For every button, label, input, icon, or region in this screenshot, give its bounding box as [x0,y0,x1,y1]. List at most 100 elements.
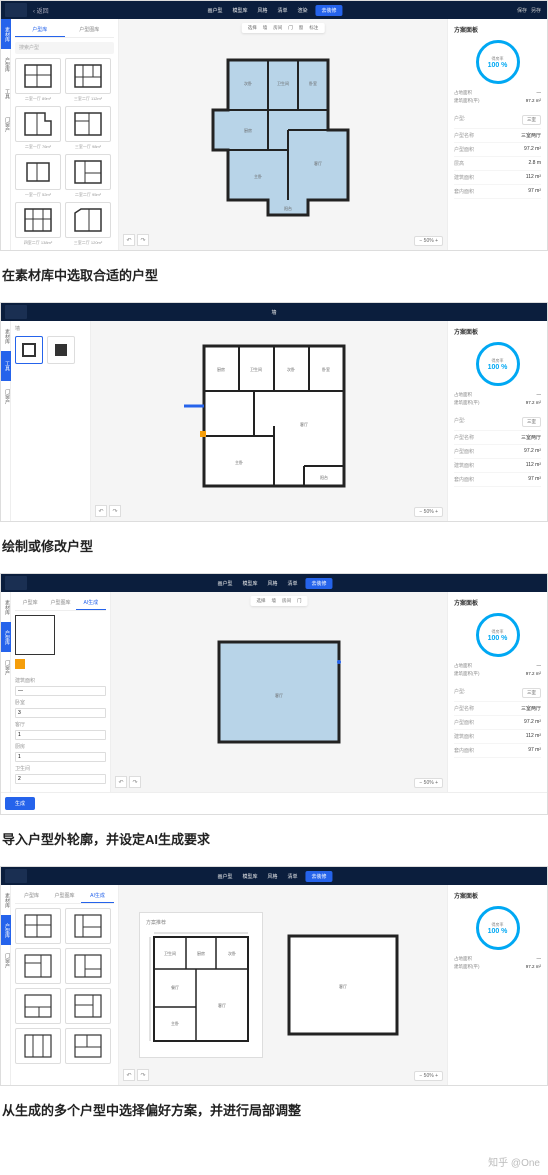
generate-button[interactable]: 生成 [5,797,35,810]
vtab-floorplan[interactable]: 户型库 [1,49,11,79]
svg-text:厨房: 厨房 [217,366,225,372]
tab-library[interactable]: 户型库 [15,23,65,37]
arc-wall-tool[interactable] [47,336,75,364]
type-select[interactable]: 三室 [522,417,541,427]
sidebar-ai-config: 户型库 户型图库 AI生成 建筑面积 卧室 客厅 厨房 卫生间 [11,592,111,792]
ai-result-thumb[interactable] [65,988,111,1024]
topbar: 画户型 模型库 风格 清单 去装修 [1,574,547,592]
vtab-library[interactable]: 素材库 [1,592,11,622]
tab-library[interactable]: 户型库 [15,596,45,610]
back-button[interactable] [5,3,27,17]
redo-icon[interactable]: ↷ [129,776,141,788]
tab-ai[interactable]: AI生成 [76,596,106,610]
ai-result-thumb[interactable] [65,908,111,944]
svg-text:厨房: 厨房 [197,950,205,956]
floorplan-thumb[interactable]: 四室二厅 138m² [15,202,61,246]
saveas-button[interactable]: 另存 [531,7,541,14]
topbar-tool[interactable]: 画户型 [205,6,224,15]
vtab-doorwin[interactable]: 门窗户 [1,945,11,975]
ai-result-thumb[interactable] [15,988,61,1024]
vtab-library[interactable]: 素材库 [1,19,11,49]
sidebar-tabs: 户型库 户型图库 [15,23,114,38]
topbar-tool[interactable]: 风格 [255,6,269,15]
ai-result-thumb[interactable] [15,1028,61,1064]
search-input[interactable]: 搜索户型 [15,42,114,54]
straight-wall-tool[interactable] [15,336,43,364]
prop-row: 层高2.8 m [454,157,541,171]
zoom-control[interactable]: − 50% + [414,778,443,788]
area-input[interactable] [15,686,106,696]
go-decorate-button[interactable]: 去装修 [316,5,343,16]
vtab-doorwin[interactable]: 门窗户 [1,381,11,411]
vtab-doorwin[interactable]: 门窗户 [1,109,11,139]
ai-result-thumb[interactable] [15,908,61,944]
tool-select[interactable]: 选择 [248,25,257,31]
vtab-tools[interactable]: 工具 [1,79,11,109]
redo-icon[interactable]: ↷ [109,505,121,517]
vertical-tabstrip: 素材库 户型库 门窗户 [1,885,11,1085]
vtab-floorplan[interactable]: 户型库 [1,915,11,945]
caption-1: 在素材库中选取合适的户型 [0,259,548,302]
redo-icon[interactable]: ↷ [137,1069,149,1081]
floorplan-thumb[interactable]: 三室二厅 120m² [65,202,111,246]
canvas[interactable]: 选择 墙 房间 门 客厅 ↶↷ − 50% + [111,592,447,792]
tool-door[interactable]: 门 [288,25,293,31]
tab-gallery[interactable]: 户型图库 [65,23,115,37]
vtab-library[interactable]: 素材库 [1,321,11,351]
back-button[interactable] [5,869,27,883]
ai-result-thumb[interactable] [65,1028,111,1064]
vtab-doorwin[interactable]: 门窗户 [1,652,11,682]
floorplan-thumb[interactable]: 三室一厅 98m² [65,106,111,150]
vtab-library[interactable]: 素材库 [1,885,11,915]
prop-row: 套内面积97 m² [454,185,541,199]
svg-text:次卧: 次卧 [244,80,252,86]
tab-gallery[interactable]: 户型图库 [45,596,75,610]
floorplan-thumb[interactable]: 二室一厅 89m² [15,58,61,102]
svg-text:客厅: 客厅 [275,692,283,698]
floorplan-thumb[interactable]: 二室二厅 95m² [65,154,111,198]
undo-redo: ↶ ↷ [123,234,149,246]
zoom-control[interactable]: − 50% + [414,236,443,246]
tool-room[interactable]: 房间 [273,25,282,31]
svg-text:次卧: 次卧 [287,366,295,372]
undo-icon[interactable]: ↶ [115,776,127,788]
kitchen-input[interactable] [15,752,106,762]
save-button[interactable]: 保存 [517,7,527,14]
outline-thumb[interactable] [15,615,55,655]
tool-wall[interactable]: 墙 [263,25,268,31]
topbar-tool[interactable]: 清单 [276,6,290,15]
undo-icon[interactable]: ↶ [95,505,107,517]
back-button[interactable] [5,305,27,319]
vtab-tools[interactable]: 工具 [1,351,11,381]
living-input[interactable] [15,730,106,740]
ai-result-thumb[interactable] [65,948,111,984]
go-decorate-button[interactable]: 去装修 [306,871,333,882]
bath-input[interactable] [15,774,106,784]
back-button[interactable] [5,576,27,590]
bedroom-input[interactable] [15,708,106,718]
go-decorate-button[interactable]: 去装修 [306,578,333,589]
canvas[interactable]: 厨房 卫生间 次卧 卧室 客厅 主卧 阳台 ↶↷ − 50% + [91,321,447,521]
type-select[interactable]: 三室 [522,115,541,125]
canvas[interactable]: 方案推荐 卫生间 厨房 次卧 客厅 餐厅 主卧 [119,885,447,1085]
ai-result-thumb[interactable] [15,948,61,984]
vtab-floorplan[interactable]: 户型库 [1,622,11,652]
zoom-control[interactable]: − 50% + [414,507,443,517]
undo-icon[interactable]: ↶ [123,234,135,246]
tab-gallery[interactable]: 户型图库 [48,889,81,903]
floorplan-thumb[interactable]: 三室二厅 112m² [65,58,111,102]
zoom-control[interactable]: − 50% + [414,1071,443,1081]
canvas[interactable]: 选择 墙 房间 门 窗 标注 次卧 卫生间 卧室 厨房 [119,19,447,250]
undo-icon[interactable]: ↶ [123,1069,135,1081]
watermark: 知乎 @One [488,1154,540,1169]
tab-ai[interactable]: AI生成 [81,889,114,903]
svg-text:客厅: 客厅 [339,983,347,989]
floorplan-thumb[interactable]: 二室一厅 76m² [15,106,61,150]
topbar-tool[interactable]: 模型库 [230,6,249,15]
tool-dim[interactable]: 标注 [309,25,318,31]
floorplan-thumb[interactable]: 一室一厅 52m² [15,154,61,198]
tab-library[interactable]: 户型库 [15,889,48,903]
redo-icon[interactable]: ↷ [137,234,149,246]
topbar-tool[interactable]: 渲染 [296,6,310,15]
tool-window[interactable]: 窗 [299,25,304,31]
